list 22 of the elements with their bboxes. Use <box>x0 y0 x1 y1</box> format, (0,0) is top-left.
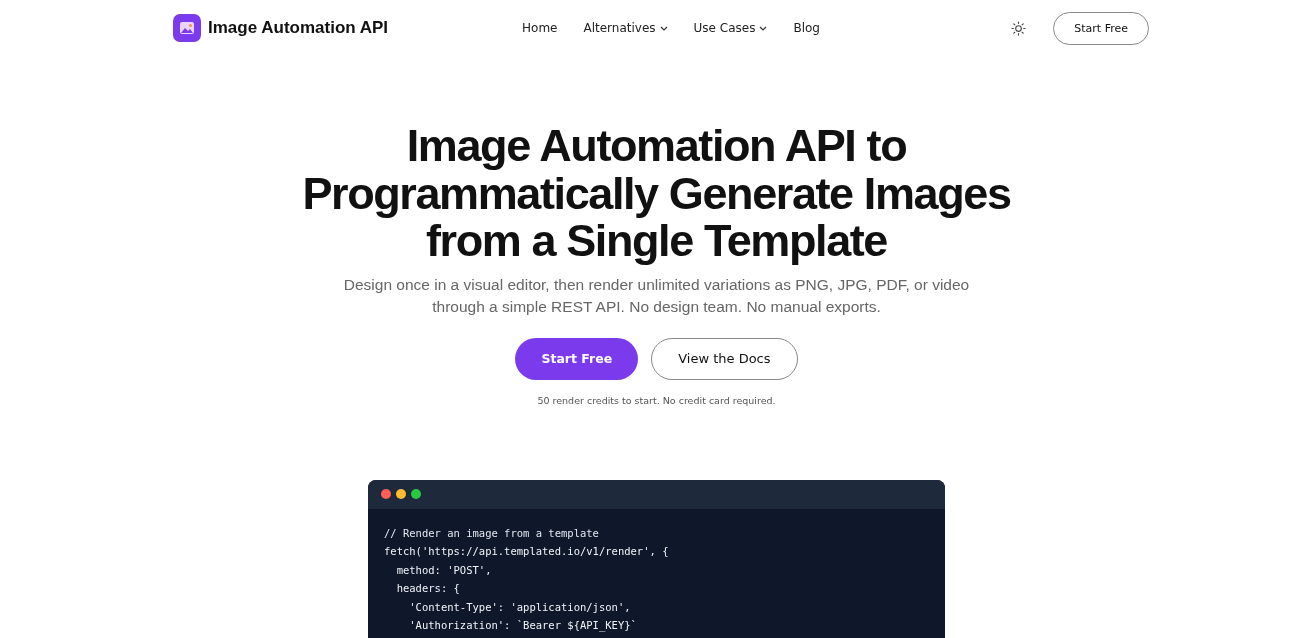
hero-title: Image Automation API to Programmatically Generate Images from a Single Template <box>301 122 1012 265</box>
minimize-dot-icon <box>396 489 406 499</box>
view-docs-button[interactable]: View the Docs <box>651 337 798 380</box>
logo-icon <box>173 14 201 42</box>
nav-link[interactable]: Use Cases <box>693 21 768 35</box>
credits-note: 50 render credits to start. No credit card required. <box>536 394 777 406</box>
sun-icon[interactable] <box>1011 20 1027 36</box>
brand-name[interactable]: Image Automation API <box>208 18 389 38</box>
start-free-button[interactable]: Start Free <box>515 337 639 380</box>
code-line: headers: { <box>395 581 460 596</box>
code-comment: // Render an image from a template <box>384 525 599 541</box>
nav-link[interactable]: Blog <box>793 21 820 35</box>
code-line: method: 'POST', <box>395 562 492 578</box>
close-dot-icon <box>381 489 391 499</box>
hero-subtitle: Design once in a visual editor, then render unlimited variations as PNG, JPG, PDF, or video through a simple REST API. No design team. No manual exports. <box>342 274 971 317</box>
code-line: fetch('https://api.templated.io/v1/render', { <box>384 544 669 559</box>
maximize-dot-icon <box>411 489 421 499</box>
nav-link[interactable]: Home <box>522 21 558 35</box>
nav-link[interactable]: Alternatives <box>583 21 668 35</box>
code-line: 'Content-Type': 'application/json', <box>408 599 631 615</box>
code-line: 'Authorization': `Bearer ${API_KEY}` <box>408 618 637 634</box>
start-free-button[interactable]: Start Free <box>1053 11 1149 45</box>
